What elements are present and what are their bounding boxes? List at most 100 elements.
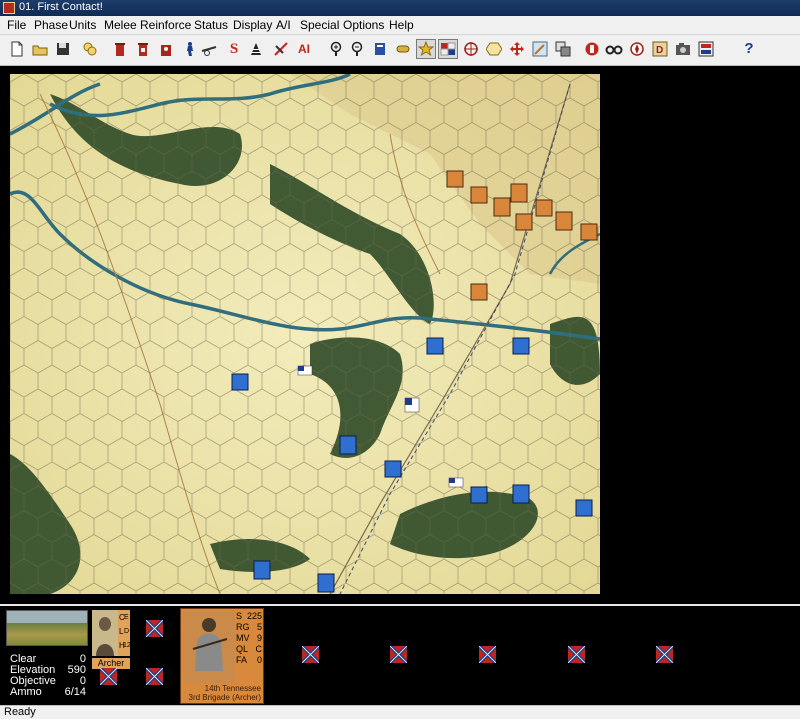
stat-row: FA 0 (236, 655, 262, 666)
stat-label: RG (236, 622, 250, 632)
confederate-flag-icon[interactable] (390, 646, 407, 663)
stop-icon[interactable] (582, 39, 602, 59)
edit-map-icon[interactable] (530, 39, 550, 59)
new-file-icon[interactable] (7, 39, 27, 59)
confederate-flag-icon[interactable] (146, 668, 163, 685)
menu-ai[interactable]: A/I (276, 18, 291, 32)
unit-counter (317, 573, 335, 593)
overlay-icon[interactable] (553, 39, 573, 59)
leader-value-c: E (124, 614, 129, 621)
target-icon[interactable] (461, 39, 481, 59)
confederate-flag-icon[interactable] (100, 668, 117, 685)
unit-counter (515, 213, 533, 231)
find-unit-icon[interactable] (80, 39, 100, 59)
leader-rating-l: L (119, 627, 124, 636)
pill-icon[interactable] (393, 39, 413, 59)
stat-row: QL C (236, 644, 262, 655)
stat-label: S (236, 611, 243, 621)
map-viewport[interactable] (0, 66, 800, 604)
status-text: Ready (4, 706, 36, 718)
stat-value: 225 (246, 611, 262, 621)
stat-label: MV (236, 633, 250, 643)
menu-help[interactable]: Help (389, 18, 414, 32)
leader-portrait[interactable]: C L H E D 12 (92, 610, 131, 656)
confederate-flag-icon[interactable] (568, 646, 585, 663)
confederate-flag-icon[interactable] (302, 646, 319, 663)
unit-counter (446, 170, 464, 188)
leader-value-l: D (124, 628, 130, 635)
leader-counter (493, 197, 511, 217)
unit-counter (580, 223, 598, 241)
s-icon[interactable]: S (224, 39, 244, 59)
unit-name: 14th Tennessee (204, 684, 261, 693)
hex-icon[interactable] (484, 39, 504, 59)
trash-red-icon[interactable] (110, 39, 130, 59)
compass-icon[interactable] (627, 39, 647, 59)
stat-label: QL (236, 644, 249, 654)
map-icon[interactable] (370, 39, 390, 59)
unit-stats: S 225 RG 5 MV 9 QL C FA 0 (236, 611, 262, 666)
zoom-in-icon[interactable] (326, 39, 346, 59)
toolbar: S AI D ? (0, 35, 800, 66)
menu-special[interactable]: Special (300, 18, 339, 32)
menu-status[interactable]: Status (194, 18, 228, 32)
unit-counter (470, 186, 488, 204)
unit-counter (231, 373, 249, 391)
stat-row: MV 9 (236, 633, 262, 644)
menu-melee[interactable]: Melee (104, 18, 137, 32)
confederate-flag-icon[interactable] (656, 646, 673, 663)
title-bar: 01. First Contact! (0, 0, 800, 16)
terrain-image (6, 610, 88, 646)
svg-text:D: D (656, 45, 663, 56)
trash-shield-icon[interactable] (133, 39, 153, 59)
stack-icon[interactable] (246, 39, 266, 59)
unit-counter (426, 337, 444, 355)
open-folder-icon[interactable] (30, 39, 50, 59)
no-fire-icon[interactable] (271, 39, 291, 59)
app-icon[interactable] (3, 2, 15, 14)
flag-box-icon[interactable] (696, 39, 716, 59)
menu-display[interactable]: Display (233, 18, 272, 32)
unit-info-icon[interactable] (156, 39, 176, 59)
ammo-value: 6/14 (64, 686, 86, 698)
menu-file[interactable]: File (7, 18, 26, 32)
leader-counter (555, 211, 573, 231)
selected-unit-counter (339, 435, 357, 455)
unit-counter (384, 460, 402, 478)
d-badge-icon[interactable]: D (650, 39, 670, 59)
unit-brigade: 3rd Brigade (Archer) (188, 693, 261, 702)
stat-value: 5 (256, 622, 262, 632)
stat-row: RG 5 (236, 622, 262, 633)
move-arrows-icon[interactable] (507, 39, 527, 59)
ammo-label: Ammo (10, 686, 42, 698)
unit-portrait (183, 611, 235, 683)
confederate-flag-icon[interactable] (146, 620, 163, 637)
artillery-icon[interactable] (200, 39, 220, 59)
menu-units[interactable]: Units (69, 18, 96, 32)
unit-counter (535, 199, 553, 217)
status-bar: Ready (0, 705, 800, 719)
leader-counter (253, 560, 271, 580)
stat-value: 9 (256, 633, 262, 643)
unit-counter (470, 283, 488, 301)
save-disk-icon[interactable] (53, 39, 73, 59)
leader-value-h: 12 (123, 642, 131, 649)
help-icon[interactable]: ? (739, 39, 759, 59)
menu-phase[interactable]: Phase (34, 18, 68, 32)
menu-options[interactable]: Options (343, 18, 384, 32)
star-icon[interactable] (416, 39, 436, 59)
selected-unit-card[interactable]: S 225 RG 5 MV 9 QL C FA 0 14th Tennessee… (180, 608, 264, 704)
confederate-flag-icon[interactable] (479, 646, 496, 663)
battle-map[interactable] (10, 74, 600, 594)
camera-icon[interactable] (673, 39, 693, 59)
ai-icon[interactable]: AI (294, 39, 314, 59)
stat-value: C (255, 644, 263, 654)
menu-reinforce[interactable]: Reinforce (140, 18, 191, 32)
soldier-icon[interactable] (180, 39, 200, 59)
info-panel: Clear 0 Elevation 590 Objective 0 Ammo 6… (0, 604, 800, 706)
zoom-out-icon[interactable] (347, 39, 367, 59)
leader-counter (510, 183, 528, 203)
flags-icon[interactable] (438, 39, 458, 59)
binoculars-icon[interactable] (604, 39, 624, 59)
ammo-row: Ammo 6/14 (10, 686, 86, 698)
